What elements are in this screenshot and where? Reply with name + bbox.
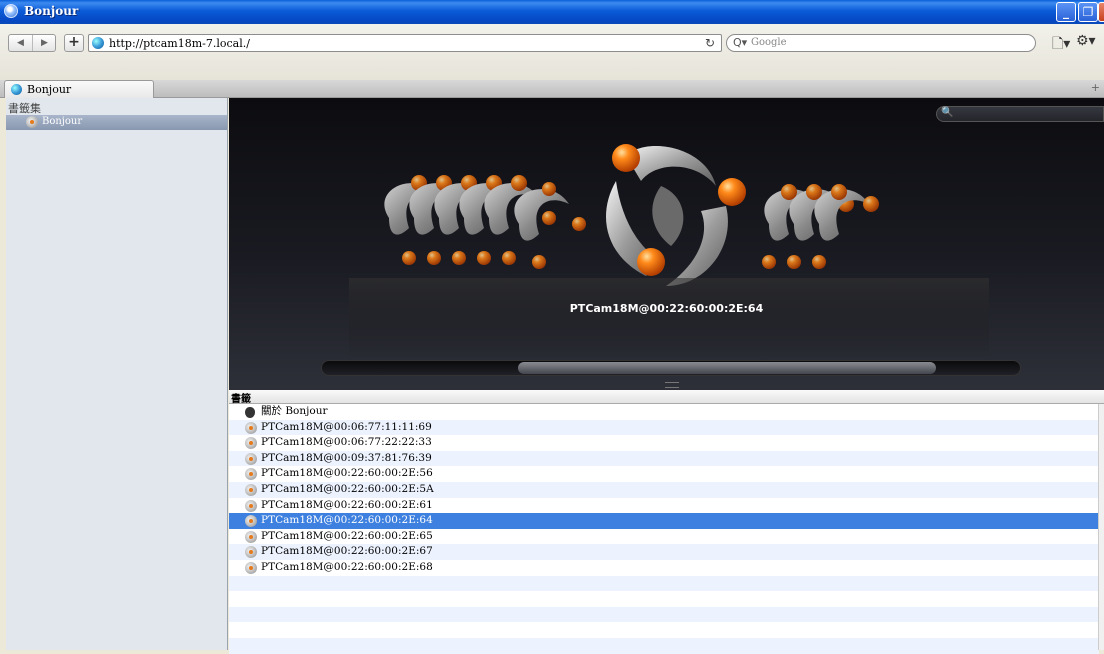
new-tab-icon[interactable]: + — [1091, 81, 1100, 94]
list-item[interactable]: PTCam18M@00:09:37:81:76:39 — [229, 450, 1099, 467]
browser-toolbar: ◀ ▶ + http://ptcam18m-7.local./ ↻ Q▾ Goo… — [0, 24, 1104, 98]
cover-flow-scroll-thumb[interactable] — [518, 362, 936, 374]
tab-bonjour[interactable]: Bonjour — [4, 80, 154, 98]
close-button[interactable] — [1098, 2, 1104, 22]
search-placeholder: Google — [751, 37, 787, 48]
list-item[interactable]: PTCam18M@00:06:77:22:22:33 — [229, 435, 1099, 451]
bonjour-icon — [245, 437, 257, 450]
add-bookmark-button[interactable]: + — [64, 34, 84, 52]
list-item[interactable]: PTCam18M@00:22:60:00:2E:67 — [229, 544, 1099, 560]
list-item-label: PTCam18M@00:22:60:00:2E:61 — [261, 498, 433, 511]
globe-icon — [11, 84, 22, 95]
list-item-label: PTCam18M@00:22:60:00:2E:67 — [261, 545, 433, 558]
right-cover-stack — [762, 184, 879, 269]
bonjour-icon — [245, 421, 257, 434]
bonjour-icon — [245, 561, 257, 574]
bonjour-icon — [26, 116, 38, 128]
empty-row — [229, 591, 1099, 607]
sidebar-item-bonjour[interactable]: Bonjour — [6, 115, 227, 130]
list-item[interactable]: PTCam18M@00:06:77:11:11:69 — [229, 419, 1099, 436]
globe-icon — [92, 37, 104, 49]
list-item[interactable]: PTCam18M@00:22:60:00:2E:65 — [229, 529, 1099, 545]
bonjour-icon — [245, 483, 257, 496]
list-item[interactable]: PTCam18M@00:22:60:00:2E:64 — [229, 513, 1099, 529]
bookmarks-sidebar: 書籤集 Bonjour — [6, 98, 228, 650]
nav-button-group: ◀ ▶ — [8, 34, 56, 52]
list-item-label: PTCam18M@00:22:60:00:2E:68 — [261, 560, 433, 573]
list-item[interactable]: PTCam18M@00:22:60:00:2E:5A — [229, 481, 1099, 498]
list-item[interactable]: PTCam18M@00:22:60:00:2E:56 — [229, 466, 1099, 482]
cover-flow-search-field[interactable]: 🔍 — [936, 106, 1104, 122]
list-column-header[interactable]: 書籤 — [229, 390, 1104, 405]
list-item-label: PTCam18M@00:06:77:22:22:33 — [261, 436, 432, 449]
empty-row — [229, 622, 1099, 638]
apple-icon — [245, 407, 255, 418]
bookmarks-list: 書籤 關於 Bonjour PTCam18M@00:06:77:11:11:69 P… — [229, 390, 1104, 654]
reload-icon[interactable]: ↻ — [705, 36, 715, 50]
center-cover-bonjour-logo — [606, 144, 746, 286]
sidebar-heading: 書籤集 — [8, 102, 41, 115]
address-bar[interactable]: http://ptcam18m-7.local./ ↻ — [88, 34, 722, 52]
search-icon: 🔍 — [941, 107, 954, 118]
bonjour-icon — [245, 452, 257, 465]
empty-row — [229, 606, 1099, 623]
list-item[interactable]: 關於 Bonjour — [229, 404, 1099, 420]
address-text[interactable]: http://ptcam18m-7.local./ — [109, 37, 250, 50]
cover-flow-art — [349, 144, 989, 358]
title-bar[interactable]: Bonjour _ ❐ — [0, 0, 1104, 24]
bonjour-icon — [245, 530, 257, 543]
back-button[interactable]: ◀ — [9, 35, 33, 51]
bonjour-icon — [245, 546, 257, 559]
page-menu-icon[interactable]: 🗋▾ — [1052, 33, 1070, 57]
minimize-button[interactable]: _ — [1056, 2, 1076, 22]
forward-button[interactable]: ▶ — [33, 35, 56, 51]
list-item-label: PTCam18M@00:06:77:11:11:69 — [261, 420, 432, 433]
list-item-label: PTCam18M@00:09:37:81:76:39 — [261, 451, 432, 464]
empty-row — [229, 575, 1099, 592]
list-scrollbar[interactable] — [1098, 404, 1104, 650]
list-item-label: PTCam18M@00:22:60:00:2E:56 — [261, 467, 433, 480]
empty-row — [229, 637, 1099, 654]
sidebar-item-label: Bonjour — [42, 116, 83, 127]
list-item-label: PTCam18M@00:22:60:00:2E:65 — [261, 529, 433, 542]
bonjour-app-icon[interactable] — [4, 4, 18, 18]
bonjour-icon — [245, 468, 257, 481]
list-item-label: PTCam18M@00:22:60:00:2E:5A — [261, 482, 434, 495]
splitter-grip[interactable] — [665, 382, 679, 388]
window-title: Bonjour — [24, 4, 79, 18]
left-cover-stack — [384, 175, 586, 269]
list-item[interactable]: PTCam18M@00:22:60:00:2E:61 — [229, 498, 1099, 514]
search-icon[interactable]: Q▾ — [733, 36, 747, 49]
cover-flow-scrollbar[interactable] — [321, 360, 1021, 376]
tab-label: Bonjour — [27, 83, 72, 96]
tab-bar: Bonjour + — [0, 80, 1104, 98]
bonjour-icon — [245, 515, 257, 528]
maximize-button[interactable]: ❐ — [1078, 2, 1098, 22]
column-header-label: 書籤 — [231, 394, 251, 405]
bonjour-icon — [245, 499, 257, 512]
bookmarks-rows: 關於 Bonjour PTCam18M@00:06:77:11:11:69 PTCa… — [229, 404, 1099, 654]
cover-flow-view[interactable]: 🔍 PTCam18M@00:22:60:00:2E:64 — [229, 98, 1104, 390]
list-item[interactable]: PTCam18M@00:22:60:00:2E:68 — [229, 560, 1099, 576]
search-field[interactable]: Q▾ Google — [726, 34, 1036, 52]
cover-flow-caption: PTCam18M@00:22:60:00:2E:64 — [569, 302, 764, 315]
gear-icon[interactable]: ⚙▾ — [1076, 33, 1096, 49]
list-item-label: PTCam18M@00:22:60:00:2E:64 — [261, 514, 433, 527]
list-item-label: 關於 Bonjour — [261, 405, 328, 417]
